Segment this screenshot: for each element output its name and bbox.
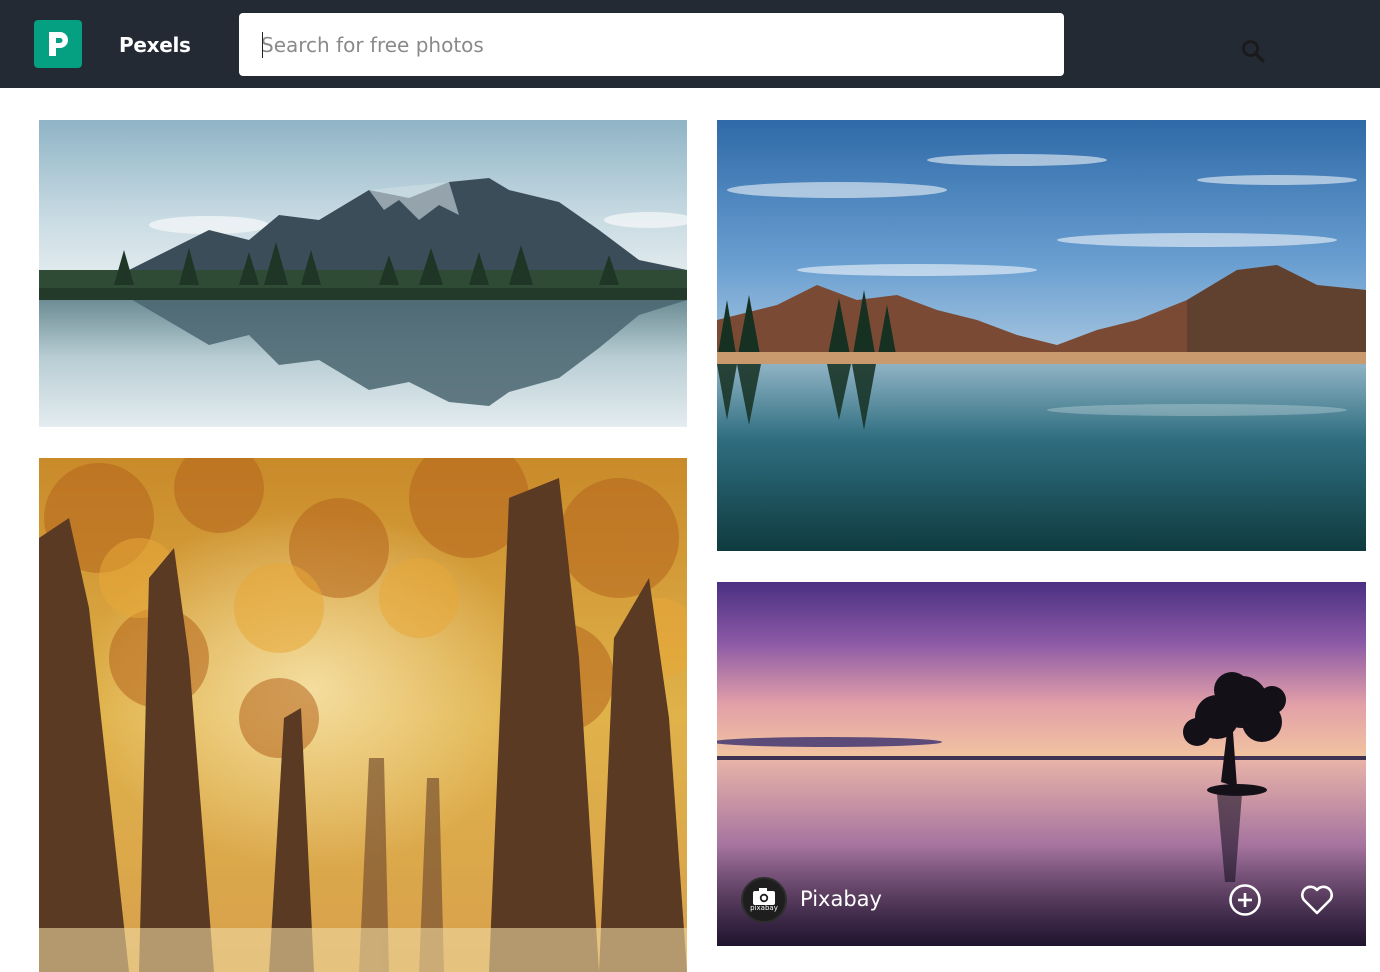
search-input[interactable] — [261, 13, 1001, 76]
text-caret — [262, 32, 263, 58]
photo-card-sunset-lake[interactable]: pixabay Pixabay — [717, 582, 1366, 946]
autumn-forest-photo — [39, 458, 687, 972]
author-name[interactable]: Pixabay — [800, 887, 882, 911]
photo-card-alpine-lake[interactable] — [717, 120, 1366, 551]
photo-card-autumn-forest[interactable] — [39, 458, 687, 972]
search-box — [239, 13, 1265, 76]
search-icon[interactable] — [1234, 32, 1272, 70]
brand-name[interactable]: Pexels — [119, 33, 191, 57]
top-bar: Pexels — [0, 0, 1380, 88]
photo-card-mountain-lake[interactable] — [39, 120, 687, 427]
pexels-logo-icon[interactable] — [34, 20, 82, 68]
alpine-lake-photo — [717, 120, 1366, 551]
collect-icon[interactable] — [1227, 882, 1263, 918]
author-avatar[interactable]: pixabay — [741, 877, 787, 923]
avatar-label: pixabay — [750, 904, 778, 912]
like-icon[interactable] — [1299, 882, 1335, 918]
mountain-lake-photo — [39, 120, 687, 427]
